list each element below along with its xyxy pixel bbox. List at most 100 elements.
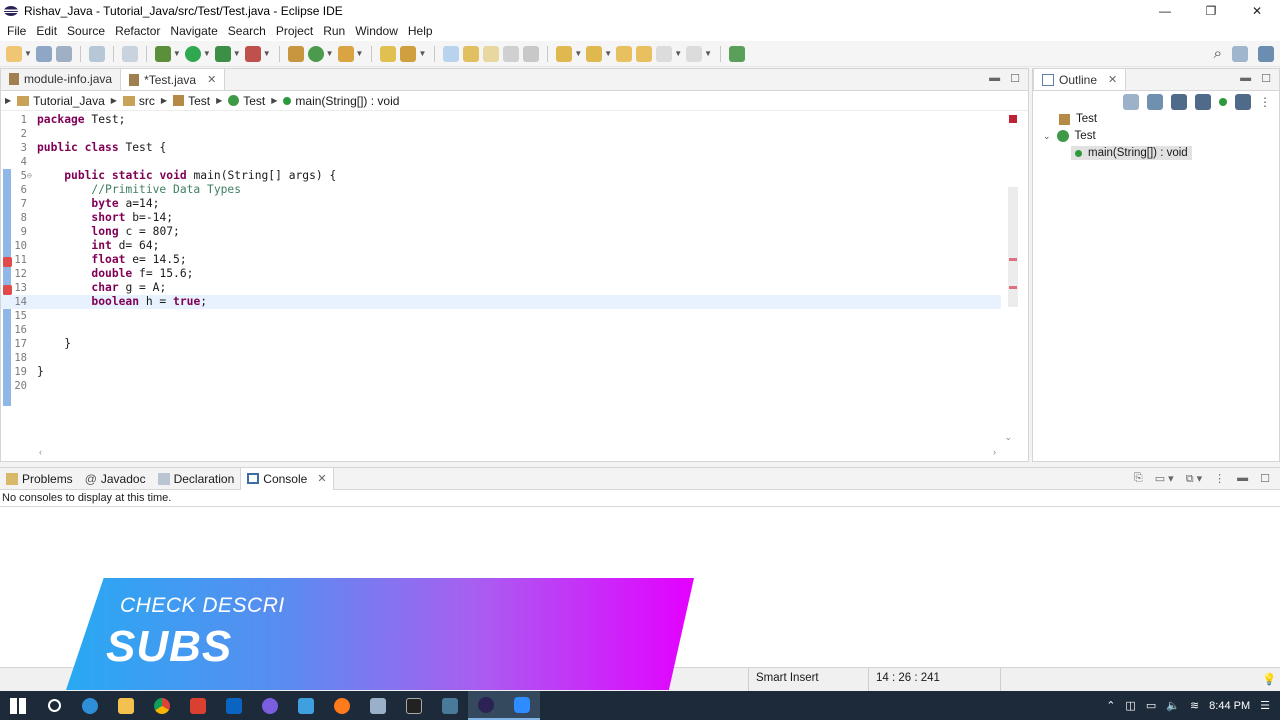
- minimize-pane-icon[interactable]: ▬: [1237, 472, 1248, 486]
- code-line[interactable]: 3 public class Test {: [1, 141, 1001, 155]
- error-overview-marker[interactable]: [1009, 258, 1017, 261]
- cursor-position[interactable]: 14 : 26 : 241: [876, 672, 940, 684]
- battery-icon[interactable]: ▭: [1146, 699, 1156, 712]
- toggle-highlight-icon[interactable]: [463, 45, 480, 62]
- code-line[interactable]: 12 double f= 15.6;: [1, 267, 1001, 281]
- close-tab-icon[interactable]: ✕: [317, 472, 326, 485]
- coverage-icon[interactable]: [214, 45, 231, 62]
- taskbar-outlook[interactable]: [216, 691, 252, 720]
- hide-local-types-icon[interactable]: [1235, 94, 1251, 110]
- menu-navigate[interactable]: Navigate: [165, 24, 222, 38]
- menu-project[interactable]: Project: [271, 24, 318, 38]
- chevron-down-icon[interactable]: ▼: [574, 49, 582, 58]
- open-console-icon[interactable]: ⧉ ▾: [1186, 472, 1202, 486]
- fold-icon[interactable]: ⊖: [27, 169, 32, 183]
- external-tools-icon[interactable]: [244, 45, 261, 62]
- collapse-all-icon[interactable]: [1123, 94, 1139, 110]
- code-line[interactable]: 8 short b=-14;: [1, 211, 1001, 225]
- volume-icon[interactable]: 🔈: [1166, 699, 1180, 712]
- chevron-down-icon[interactable]: ▼: [604, 49, 612, 58]
- save-all-icon[interactable]: [55, 45, 72, 62]
- taskbar-app-red[interactable]: [180, 691, 216, 720]
- network-icon[interactable]: ◫: [1125, 699, 1135, 712]
- chevron-up-icon[interactable]: ⌃: [1106, 699, 1115, 712]
- chevron-down-icon[interactable]: ▼: [203, 49, 211, 58]
- skip-breakpoints-icon[interactable]: [121, 45, 138, 62]
- tab-javadoc[interactable]: @ Javadoc: [79, 468, 152, 490]
- code-line[interactable]: 10 int d= 64;: [1, 239, 1001, 253]
- minimize-pane-icon[interactable]: ▬: [989, 72, 1000, 85]
- close-tab-icon[interactable]: ✕: [207, 73, 216, 86]
- code-line[interactable]: 14 boolean h = true;: [1, 295, 1001, 309]
- menu-file[interactable]: File: [2, 24, 31, 38]
- taskbar-tool[interactable]: [432, 691, 468, 720]
- next-annotation-icon[interactable]: [556, 45, 573, 62]
- chevron-down-icon[interactable]: ▼: [704, 49, 712, 58]
- chevron-down-icon[interactable]: ▼: [24, 49, 32, 58]
- toggle-mark-occurrences-icon[interactable]: [443, 45, 460, 62]
- taskbar-viber[interactable]: [252, 691, 288, 720]
- run-icon[interactable]: [184, 45, 201, 62]
- scroll-thumb[interactable]: [1008, 187, 1018, 307]
- open-type-icon[interactable]: [337, 45, 354, 62]
- taskbar-explorer[interactable]: [108, 691, 144, 720]
- pin-console-icon[interactable]: ⎘: [1134, 472, 1143, 486]
- open-task-icon[interactable]: [380, 45, 397, 62]
- close-button[interactable]: ✕: [1234, 0, 1280, 21]
- chevron-down-icon[interactable]: ▼: [418, 49, 426, 58]
- start-button[interactable]: [0, 691, 36, 720]
- code-line[interactable]: 9 long c = 807;: [1, 225, 1001, 239]
- code-line[interactable]: 19}: [1, 365, 1001, 379]
- error-overview-marker[interactable]: [1009, 115, 1017, 123]
- outline-item-class[interactable]: ⌄ Test: [1043, 130, 1096, 142]
- taskbar-chrome[interactable]: [144, 691, 180, 720]
- insert-mode[interactable]: Smart Insert: [756, 672, 819, 684]
- tab-declaration[interactable]: Declaration: [152, 468, 241, 490]
- menu-window[interactable]: Window: [350, 24, 403, 38]
- code-editor[interactable]: 1 package Test; 2 3 public class Test {4 5 ⊖ p…: [1, 113, 1001, 443]
- vertical-scrollbar[interactable]: [1008, 113, 1018, 443]
- maximize-pane-icon[interactable]: ☐: [1010, 72, 1020, 85]
- notifications-icon[interactable]: ☰: [1260, 699, 1270, 712]
- breadcrumb-method[interactable]: main(String[]) : void: [283, 94, 399, 108]
- lightbulb-icon[interactable]: 💡: [1262, 672, 1276, 686]
- sort-icon[interactable]: [1147, 94, 1163, 110]
- chevron-down-icon[interactable]: ▼: [173, 49, 181, 58]
- chevron-down-icon[interactable]: ▼: [326, 49, 334, 58]
- minimize-button[interactable]: —: [1142, 0, 1188, 21]
- forward-edit-icon[interactable]: [636, 45, 653, 62]
- code-line[interactable]: 18: [1, 351, 1001, 365]
- close-tab-icon[interactable]: ✕: [1108, 73, 1117, 86]
- maximize-button[interactable]: ❐: [1188, 0, 1234, 21]
- tab-outline[interactable]: Outline ✕: [1033, 68, 1127, 90]
- outline-item-package[interactable]: Test: [1059, 113, 1097, 125]
- tab-test-java[interactable]: *Test.java ✕: [120, 68, 226, 90]
- maximize-pane-icon[interactable]: ☐: [1260, 472, 1270, 486]
- chevron-down-icon[interactable]: ▼: [356, 49, 364, 58]
- chevron-down-icon[interactable]: ▼: [233, 49, 241, 58]
- menu-refactor[interactable]: Refactor: [110, 24, 165, 38]
- maximize-pane-icon[interactable]: ☐: [1261, 72, 1271, 85]
- paragraph-icon[interactable]: [523, 45, 540, 62]
- new-icon[interactable]: [6, 45, 22, 62]
- code-line[interactable]: 20: [1, 379, 1001, 393]
- taskbar-remote[interactable]: [360, 691, 396, 720]
- code-line[interactable]: 6 //Primitive Data Types: [1, 183, 1001, 197]
- show-whitespace-icon[interactable]: [503, 45, 520, 62]
- outline-item-method[interactable]: main(String[]) : void: [1071, 146, 1192, 160]
- new-class-icon[interactable]: [307, 45, 324, 62]
- taskbar-eclipse[interactable]: [468, 691, 504, 720]
- debug-icon[interactable]: [154, 45, 171, 62]
- code-line[interactable]: 16: [1, 323, 1001, 337]
- hide-fields-icon[interactable]: [1171, 94, 1187, 110]
- minimize-pane-icon[interactable]: ▬: [1240, 72, 1251, 85]
- menu-search[interactable]: Search: [223, 24, 271, 38]
- java-perspective-icon[interactable]: [1258, 45, 1274, 62]
- view-menu-icon[interactable]: ⋮: [1214, 472, 1225, 486]
- breadcrumb-project[interactable]: Tutorial_Java: [17, 94, 105, 108]
- wifi-icon[interactable]: ≋: [1190, 699, 1199, 712]
- scroll-right-icon[interactable]: ›: [993, 447, 996, 457]
- search-icon[interactable]: [400, 45, 417, 62]
- chevron-down-icon[interactable]: ▼: [674, 49, 682, 58]
- back-icon[interactable]: [656, 45, 673, 62]
